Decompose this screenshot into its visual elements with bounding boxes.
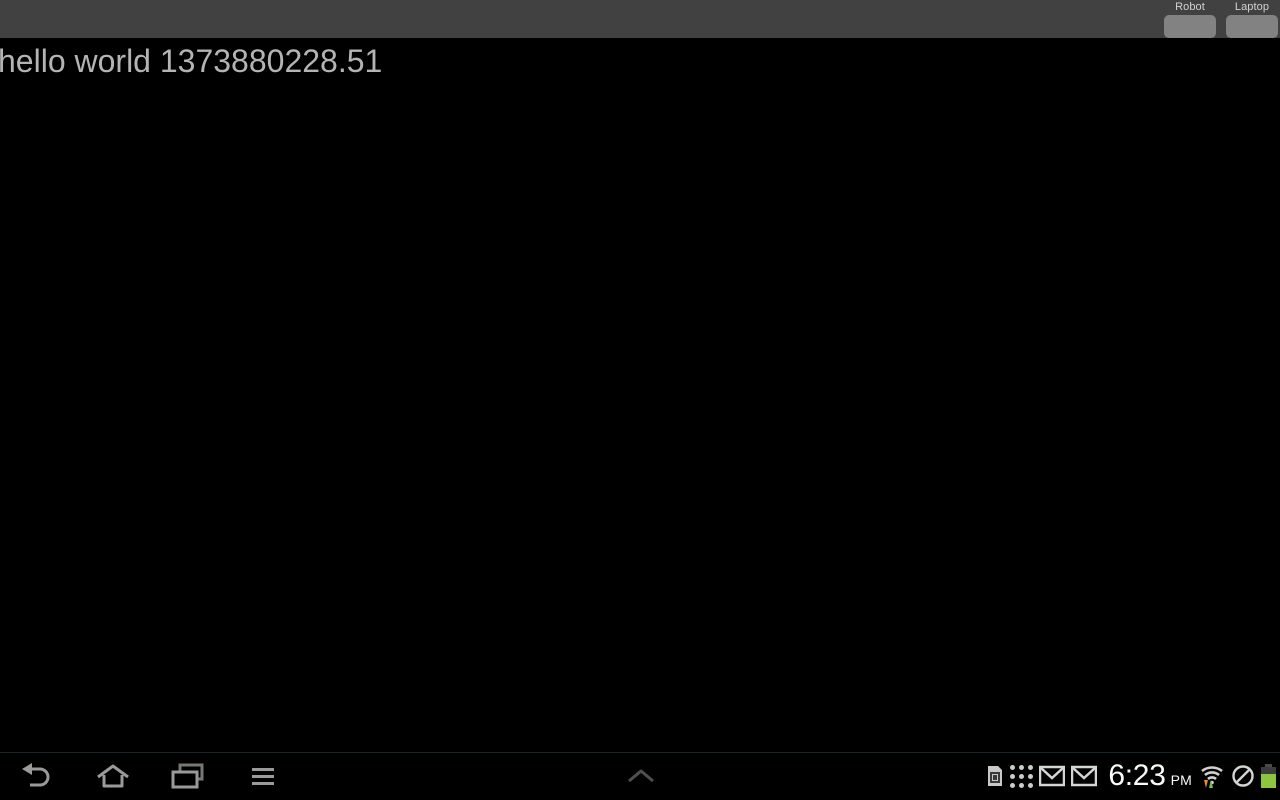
tab-laptop[interactable]: Laptop — [1224, 0, 1280, 38]
system-navigation-bar: 6:23 PM — [0, 752, 1280, 800]
nav-buttons-group — [0, 753, 300, 799]
chevron-up-icon — [628, 769, 654, 783]
app-grid-dots — [1010, 764, 1034, 788]
tab-laptop-thumbnail[interactable] — [1226, 15, 1278, 38]
app-grid-icon[interactable] — [1010, 764, 1034, 788]
clock-time: 6:23 — [1108, 759, 1166, 792]
menu-button[interactable] — [225, 753, 300, 799]
battery-fill — [1261, 773, 1276, 788]
tab-robot-thumbnail[interactable] — [1164, 15, 1216, 38]
gmail-icon[interactable] — [1071, 765, 1098, 787]
clock-ampm: PM — [1170, 772, 1192, 788]
recent-apps-icon — [171, 763, 203, 789]
home-icon — [96, 764, 129, 788]
show-notifications-button[interactable] — [604, 753, 678, 799]
sd-card-icon — [986, 764, 1004, 788]
home-button[interactable] — [75, 753, 150, 799]
back-arrow-icon — [21, 763, 49, 787]
menu-icon — [251, 768, 274, 785]
tab-robot[interactable]: Robot — [1162, 0, 1218, 38]
status-bar-icons[interactable]: 6:23 PM — [983, 753, 1276, 799]
android-screen: Robot Laptop hello world 1373880228.51 6… — [0, 0, 1280, 800]
wifi-icon — [1199, 763, 1225, 789]
no-sign-icon — [1231, 764, 1255, 788]
top-bar-tabs: Robot Laptop — [1156, 0, 1280, 38]
battery-icon — [1261, 764, 1276, 788]
gmail-icon[interactable] — [1039, 765, 1066, 787]
hello-world-text: hello world 1373880228.51 — [0, 43, 383, 79]
tab-robot-label: Robot — [1175, 1, 1205, 13]
status-bar-clock[interactable]: 6:23 PM — [1108, 761, 1192, 791]
back-button[interactable] — [0, 753, 75, 799]
battery-body — [1261, 767, 1276, 788]
app-content-area: hello world 1373880228.51 — [0, 38, 1280, 753]
tab-laptop-label: Laptop — [1234, 1, 1270, 13]
recent-apps-button[interactable] — [150, 753, 225, 799]
top-app-bar: Robot Laptop — [0, 0, 1280, 38]
